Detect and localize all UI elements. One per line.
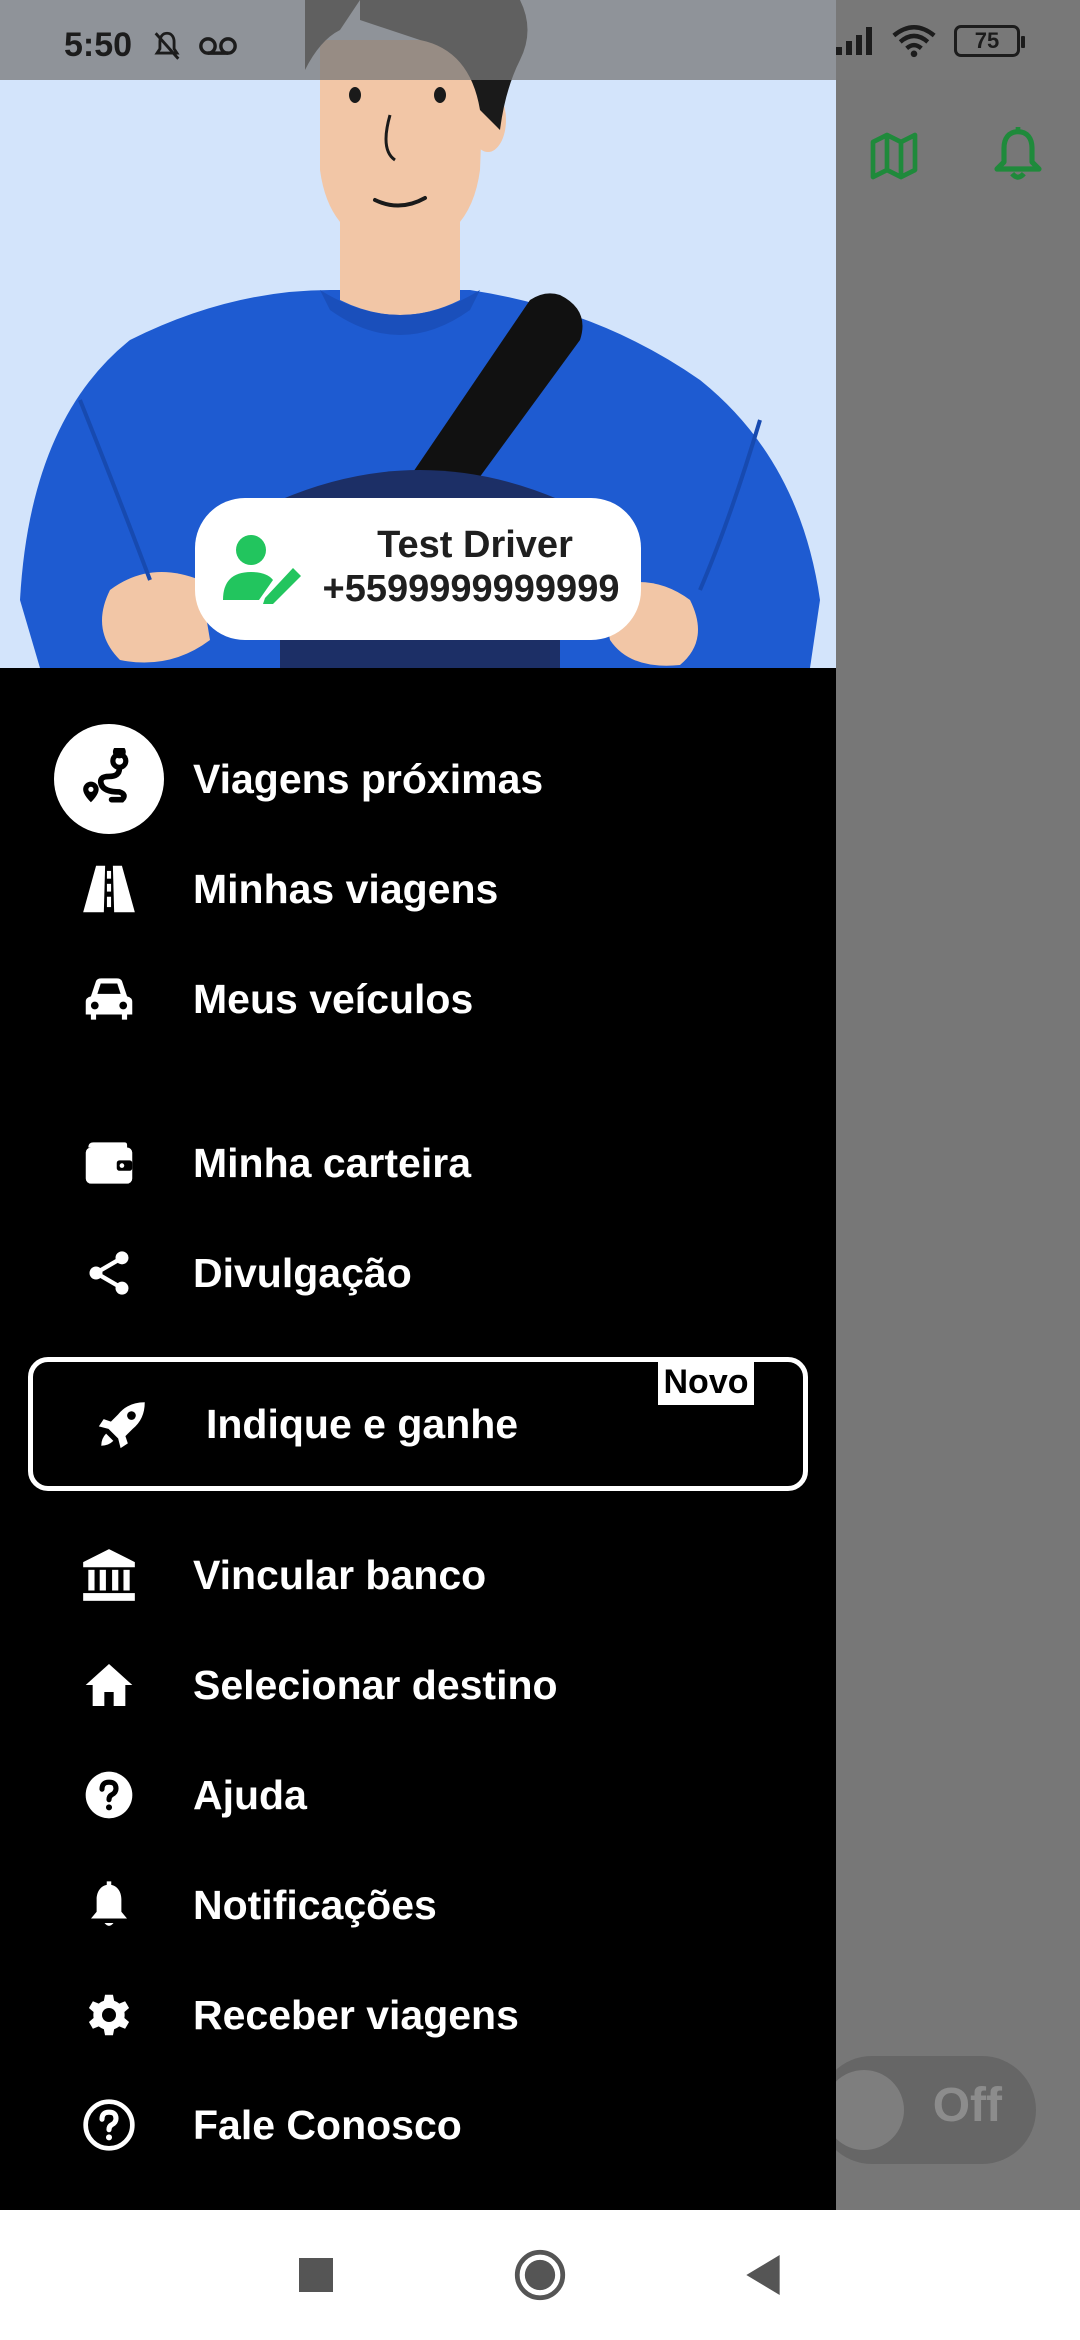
menu-item-receber-viagens[interactable]: Receber viagens — [0, 1967, 836, 2063]
toggle-label: Off — [932, 2079, 1002, 2132]
back-icon — [746, 2255, 780, 2295]
status-time: 5:50 — [64, 26, 133, 64]
help-outline-icon — [78, 2094, 140, 2156]
menu-label: Minhas viagens — [193, 865, 499, 912]
system-nav-bar — [0, 2210, 1080, 2340]
recents-button[interactable] — [280, 2210, 352, 2340]
bell-icon[interactable] — [990, 124, 1046, 186]
home-button[interactable] — [502, 2210, 578, 2340]
menu-item-minha-carteira[interactable]: Minha carteira — [0, 1115, 836, 1211]
navigation-drawer: Test Driver +5599999999999 Viagens próxi… — [0, 0, 836, 2210]
new-badge: Novo — [658, 1359, 754, 1405]
menu-item-divulgacao[interactable]: Divulgação — [0, 1225, 836, 1321]
menu-label: Minha carteira — [193, 1139, 471, 1186]
menu-label: Viagens próximas — [193, 755, 544, 802]
home-circle-icon — [514, 2249, 566, 2301]
status-right: 75 — [834, 24, 1025, 58]
menu-item-selecionar-destino[interactable]: Selecionar destino — [0, 1637, 836, 1733]
gear-icon — [78, 1984, 140, 2046]
rocket-icon — [92, 1393, 154, 1455]
mute-icon — [154, 31, 180, 60]
menu-item-notificacoes[interactable]: Notificações — [0, 1857, 836, 1953]
menu-item-vincular-banco[interactable]: Vincular banco — [0, 1527, 836, 1623]
voicemail-icon — [199, 37, 238, 55]
car-icon — [78, 968, 140, 1030]
menu-label: Vincular banco — [193, 1551, 487, 1598]
menu-item-ajuda[interactable]: Ajuda — [0, 1747, 836, 1843]
online-toggle[interactable]: Off — [818, 2056, 1036, 2164]
wallet-icon — [78, 1132, 140, 1194]
road-icon — [78, 858, 140, 920]
share-icon — [78, 1242, 140, 1304]
driver-phone: +5599999999999 — [322, 568, 620, 610]
help-filled-icon — [78, 1764, 140, 1826]
route-icon — [78, 748, 140, 810]
home-icon — [78, 1654, 140, 1716]
menu-label: Divulgação — [193, 1249, 412, 1296]
status-bar: 5:50 75 — [0, 0, 1080, 80]
menu-label: Ajuda — [193, 1771, 307, 1818]
menu-label: Notificações — [193, 1881, 437, 1928]
menu-item-meus-veiculos[interactable]: Meus veículos — [0, 951, 836, 1047]
driver-name: Test Driver — [377, 524, 573, 566]
menu-label: Meus veículos — [193, 975, 474, 1022]
recents-icon — [299, 2258, 333, 2292]
map-icon[interactable] — [866, 128, 922, 184]
menu-label: Receber viagens — [193, 1991, 519, 2038]
status-left-icons — [150, 28, 238, 63]
person-edit-icon — [223, 535, 301, 604]
bell-icon — [78, 1874, 140, 1936]
menu-label: Fale Conosco — [193, 2101, 462, 2148]
toggle-knob — [824, 2070, 904, 2150]
drawer-header: Test Driver +5599999999999 — [0, 0, 836, 668]
menu-item-viagens-proximas[interactable]: Viagens próximas — [0, 731, 836, 827]
menu-label: Selecionar destino — [193, 1661, 558, 1708]
signal-icon — [836, 27, 872, 55]
wifi-icon — [892, 25, 936, 58]
menu-label: Indique e ganhe — [206, 1400, 519, 1447]
bank-icon — [78, 1544, 140, 1606]
profile-card[interactable]: Test Driver +5599999999999 — [195, 498, 641, 640]
back-button[interactable] — [728, 2210, 798, 2340]
battery-indicator: 75 — [954, 25, 1025, 57]
menu-item-minhas-viagens[interactable]: Minhas viagens — [0, 841, 836, 937]
menu-item-fale-conosco[interactable]: Fale Conosco — [0, 2077, 836, 2173]
